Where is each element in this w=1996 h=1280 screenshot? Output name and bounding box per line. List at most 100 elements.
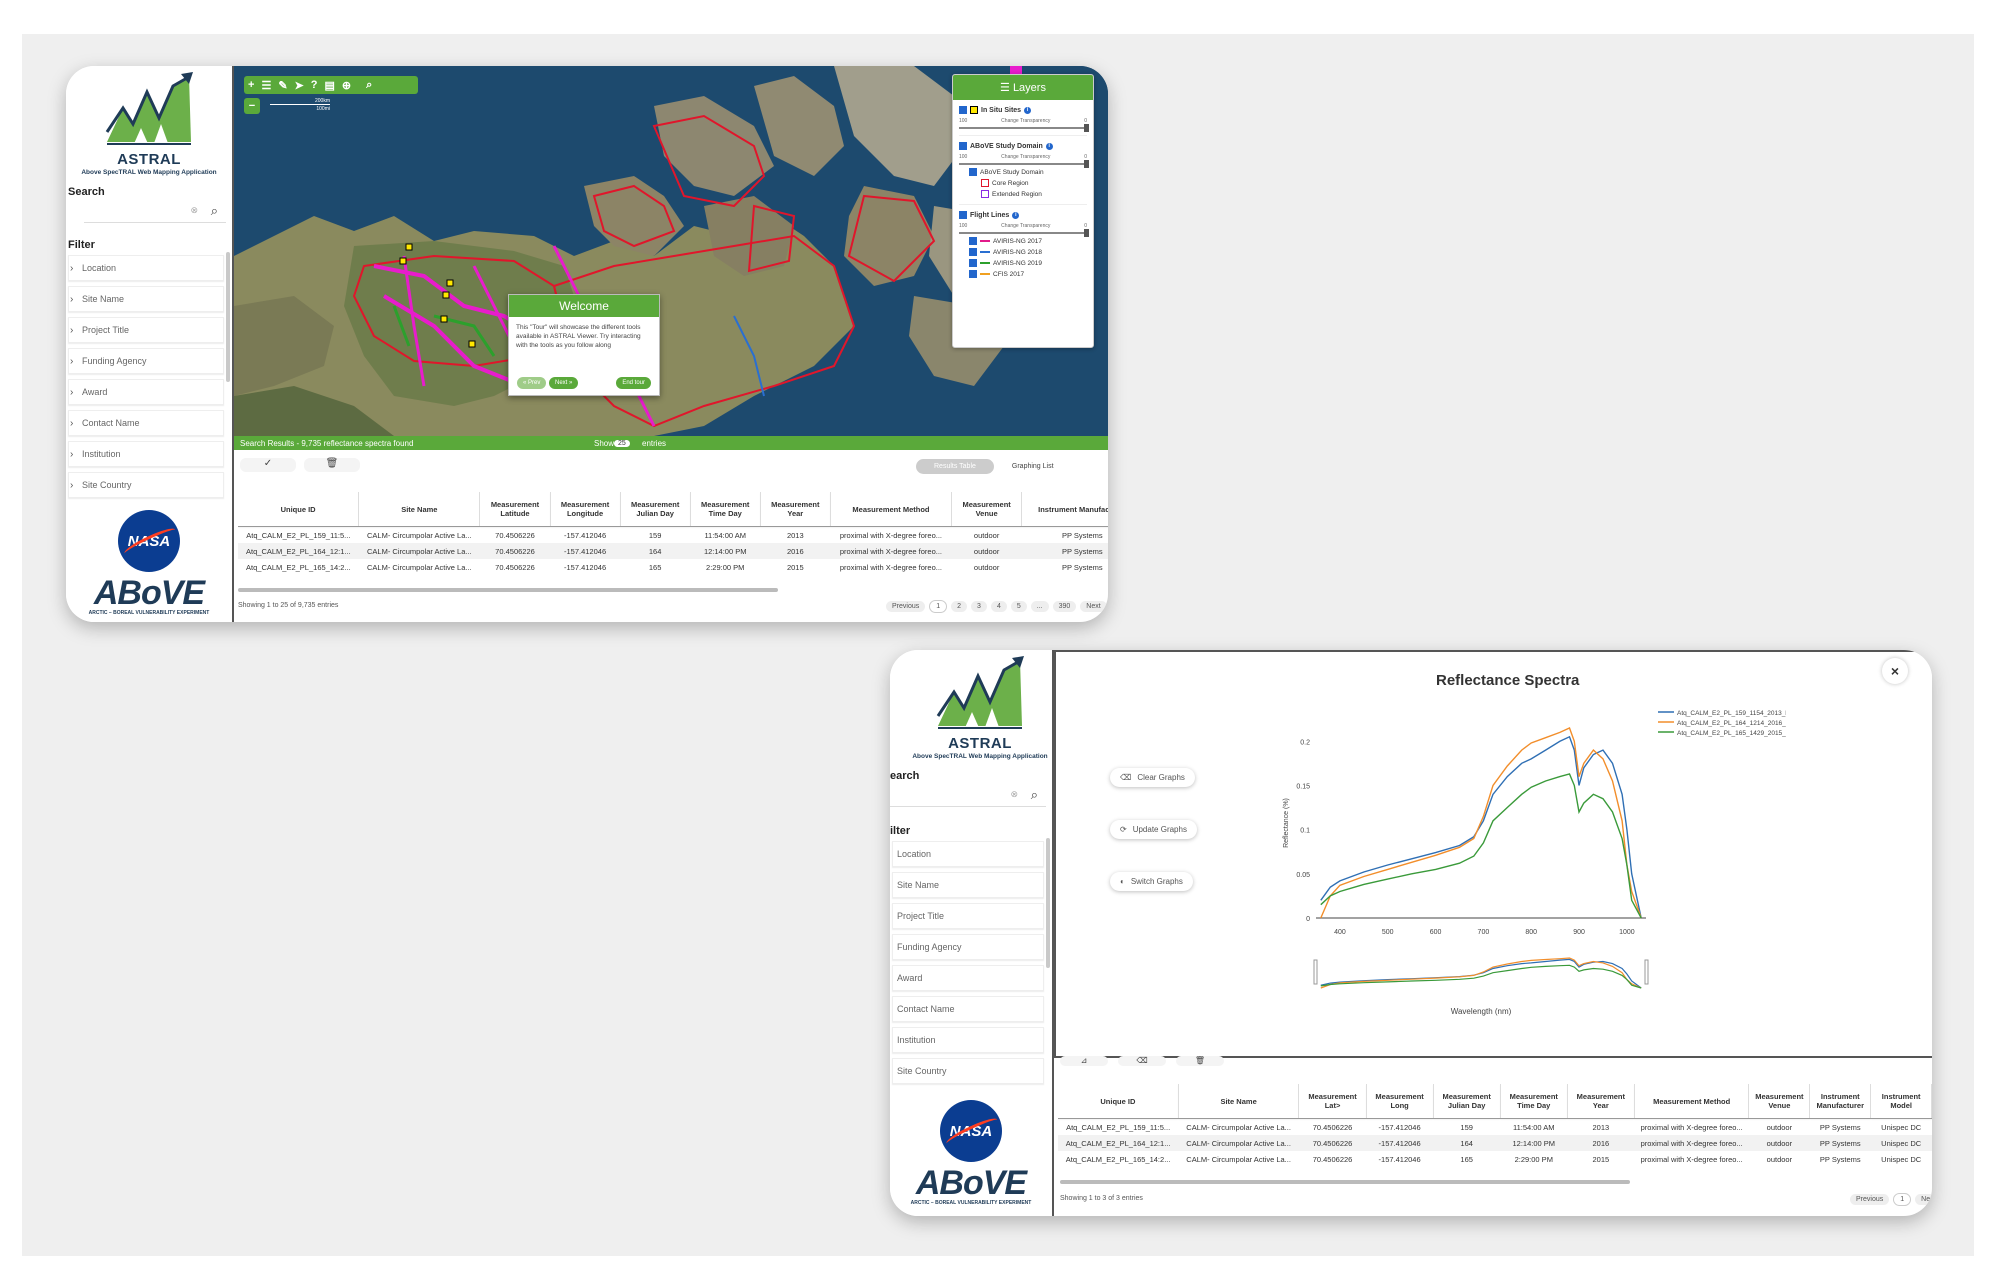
column-header[interactable]: Measurement Lat> (1298, 1084, 1367, 1119)
pager-item[interactable]: Ne (1915, 1194, 1932, 1205)
filter-item-contact-name[interactable]: Contact Name (892, 996, 1044, 1022)
update-graphs-button[interactable]: ⟳ Update Graphs (1110, 820, 1197, 839)
in-situ-checkbox[interactable] (959, 106, 967, 114)
table-row[interactable]: Atq_CALM_E2_PL_164_12:1... CALM- Circumpo… (1058, 1135, 1932, 1151)
flight-line-checkbox[interactable] (969, 270, 977, 278)
clear-graphs-button[interactable]: ⌫ Clear Graphs (1110, 768, 1195, 787)
search-icon[interactable]: ⌕ (211, 203, 218, 219)
flight-line-checkbox[interactable] (969, 248, 977, 256)
pager-item[interactable]: 3 (971, 601, 987, 612)
filter-item-award[interactable]: Award (892, 965, 1044, 991)
info-icon[interactable]: i (1024, 106, 1032, 114)
pager-item[interactable]: Previous (886, 601, 926, 612)
reflectance-chart[interactable]: 0 0.05 0.1 0.15 0.2 400 500 600 700 800 900 1000 Ref… (1226, 698, 1786, 1038)
domain-sub-checkbox[interactable] (969, 168, 977, 176)
select-all-button[interactable]: ✓ (240, 458, 296, 472)
document-icon[interactable]: ▤ (324, 79, 334, 92)
map-canvas[interactable]: + ☰ ✎ ➤ ? ▤ ⊕ ⌕ − 200km 100mi ☰ Layers I… (234, 66, 1108, 436)
column-header[interactable]: Measurement Venue (951, 492, 1023, 527)
filter-item-site-name[interactable]: › Site Name (68, 286, 224, 312)
prev-button[interactable]: « Prev (517, 377, 547, 389)
sidebar-scrollbar[interactable] (226, 252, 230, 382)
filter-item-award[interactable]: › Award (68, 379, 224, 405)
column-header[interactable]: Measurement Long (1366, 1084, 1434, 1119)
chart-button[interactable]: ⊿ (1060, 1056, 1108, 1066)
range-handle-right[interactable] (1644, 959, 1649, 985)
table-row[interactable]: Atq_CALM_E2_PL_165_14:2... CALM- Circumpo… (1058, 1151, 1932, 1167)
filter-item-site-country[interactable]: Site Country (892, 1058, 1044, 1084)
close-icon[interactable]: × (1882, 658, 1908, 684)
column-header[interactable]: Unique ID (238, 492, 360, 527)
end-tour-button[interactable]: End tour (616, 377, 651, 389)
plus-icon[interactable]: + (248, 79, 254, 91)
pager-item[interactable]: 4 (990, 601, 1007, 612)
globe-icon[interactable]: ⊕ (342, 79, 351, 92)
series-line-2[interactable] (1320, 727, 1642, 919)
column-header[interactable]: Measurement Year (760, 492, 831, 527)
forward-icon[interactable]: ➤ (295, 79, 304, 92)
table-row[interactable]: Atq_CALM_E2_PL_159_11:5... CALM- Circumpo… (1058, 1119, 1932, 1136)
table-row[interactable]: Atq_CALM_E2_PL_164_12:1... CALM- Circumpo… (238, 543, 1108, 559)
wrench-icon[interactable]: ✎ (278, 79, 287, 92)
tab-results-table[interactable]: Results Table (916, 459, 994, 474)
filter-item-institution[interactable]: › Institution (68, 441, 224, 467)
delete-button[interactable]: 🗑 (1176, 1056, 1224, 1066)
sidebar-scrollbar[interactable] (1046, 838, 1050, 968)
pager-item[interactable]: 390 (1052, 601, 1077, 612)
search-icon[interactable]: ⌕ (1031, 787, 1038, 803)
info-icon[interactable]: i (1045, 142, 1053, 150)
column-header[interactable]: Measurement Venue (1748, 1084, 1811, 1119)
table-row[interactable]: Atq_CALM_E2_PL_159_11:5... CALM- Circumpo… (238, 527, 1108, 544)
results-hscrollbar[interactable] (238, 588, 778, 592)
pager-item[interactable]: 2 (951, 601, 968, 612)
column-header[interactable]: Measurement Latitude (479, 492, 551, 527)
column-header[interactable]: Unique ID (1058, 1084, 1179, 1119)
delete-button[interactable]: 🗑 (304, 458, 360, 472)
switch-graphs-button[interactable]: ◐ Switch Graphs (1110, 872, 1193, 891)
pager-item[interactable]: Next (1080, 601, 1107, 612)
in-situ-transparency-slider[interactable] (959, 124, 1089, 132)
series-line-3[interactable] (1320, 773, 1642, 919)
zoom-out-button[interactable]: − (244, 98, 260, 114)
column-header[interactable]: Instrument Manufacturer (1021, 492, 1108, 527)
pager-item[interactable]: ... (1030, 601, 1049, 612)
flight-line-checkbox[interactable] (969, 259, 977, 267)
pager-item[interactable]: 1 (1893, 1193, 1912, 1206)
pager-item[interactable]: 5 (1010, 601, 1027, 612)
range-handle-left[interactable] (1313, 959, 1318, 985)
pager-item[interactable]: Previous (1850, 1194, 1890, 1205)
flight-lines-transparency-slider[interactable] (959, 229, 1089, 237)
flight-line-checkbox[interactable] (969, 237, 977, 245)
column-header[interactable]: Measurement Longitude (550, 492, 621, 527)
legend-label[interactable]: Atq_CALM_E2_PL_164_1214_2016_REFL (1677, 720, 1786, 727)
layers-header[interactable]: ☰ Layers (953, 75, 1093, 100)
help-icon[interactable]: ? (311, 79, 318, 91)
pager-item[interactable]: 1 (929, 600, 948, 613)
series-line-1[interactable] (1320, 735, 1642, 919)
search-input[interactable] (84, 202, 188, 222)
column-header[interactable]: Instrument Manufacturer (1809, 1084, 1872, 1119)
column-header[interactable]: Measurement Julian Day (620, 492, 691, 527)
column-header[interactable]: Measurement Time Day (1500, 1084, 1568, 1119)
column-header[interactable]: Site Name (358, 492, 481, 527)
flight-lines-checkbox[interactable] (959, 211, 967, 219)
table-row[interactable]: Atq_CALM_E2_PL_165_14:2... CALM- Circumpo… (238, 559, 1108, 575)
filter-item-funding-agency[interactable]: Funding Agency (892, 934, 1044, 960)
filter-item-location[interactable]: › Location (68, 255, 224, 281)
filter-item-project-title[interactable]: Project Title (892, 903, 1044, 929)
column-header[interactable]: Measurement Method (1634, 1084, 1750, 1119)
study-domain-transparency-slider[interactable] (959, 160, 1089, 168)
legend-label[interactable]: Atq_CALM_E2_PL_165_1429_2015_REFL (1677, 730, 1786, 737)
legend-label[interactable]: Atq_CALM_E2_PL_159_1154_2013_REFL (1677, 710, 1786, 717)
filter-item-site-country[interactable]: › Site Country (68, 472, 224, 498)
filter-item-institution[interactable]: Institution (892, 1027, 1044, 1053)
spectra-hscrollbar[interactable] (1060, 1180, 1630, 1184)
column-header[interactable]: Measurement Julian Day (1433, 1084, 1501, 1119)
page-size-select[interactable]: 25 (614, 439, 630, 447)
column-header[interactable]: Site Name (1178, 1084, 1300, 1119)
search-input[interactable] (890, 786, 1004, 806)
tab-graphing-list[interactable]: Graphing List (994, 459, 1072, 474)
info-icon[interactable]: i (1012, 211, 1020, 219)
next-button[interactable]: Next » (549, 377, 579, 389)
clear-search-icon[interactable]: ⊗ (1010, 789, 1018, 800)
